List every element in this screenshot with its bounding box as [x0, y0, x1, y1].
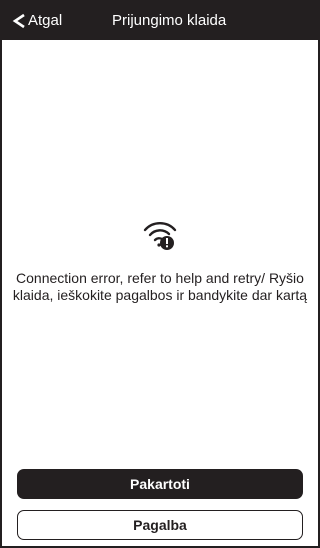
- error-message: Connection error, refer to help and retr…: [12, 270, 308, 303]
- back-button[interactable]: Atgal: [12, 11, 62, 31]
- chevron-left-icon: [12, 13, 25, 29]
- top-bar: Atgal Prijungimo klaida: [0, 0, 320, 40]
- page-title: Prijungimo klaida: [112, 12, 227, 29]
- help-button[interactable]: Pagalba: [17, 510, 303, 540]
- back-label: Atgal: [28, 12, 63, 29]
- wifi-error-icon: [143, 222, 177, 250]
- error-panel: Connection error, refer to help and retr…: [0, 218, 320, 304]
- retry-button[interactable]: Pakartoti: [17, 469, 303, 499]
